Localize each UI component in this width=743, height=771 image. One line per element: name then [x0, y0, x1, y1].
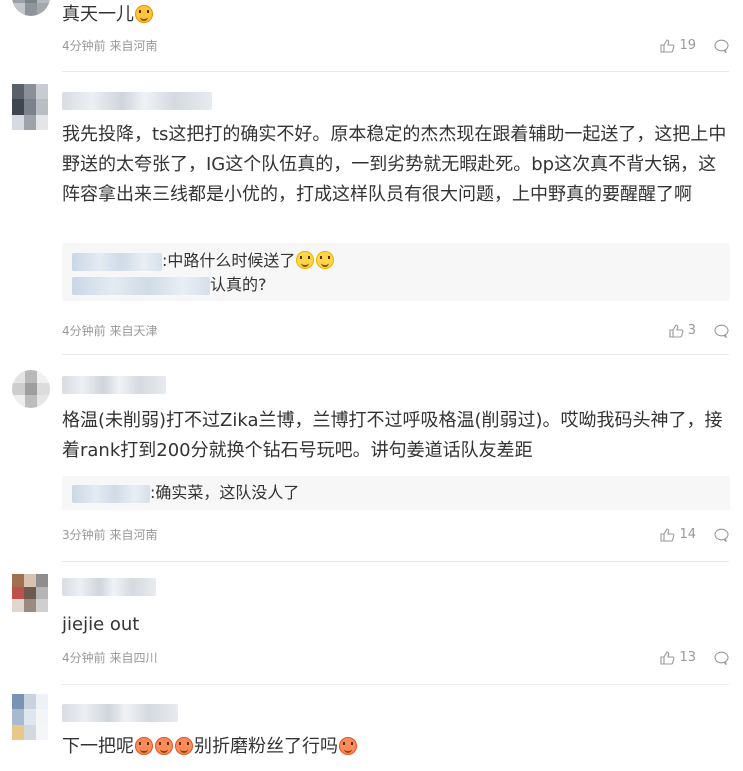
like-button[interactable]: 19 — [660, 38, 696, 54]
smile-emoji-icon — [316, 251, 335, 269]
avatar[interactable] — [12, 84, 48, 130]
thumb-up-icon — [660, 39, 675, 53]
comment-actions: 13 — [660, 650, 729, 666]
reply-username-blurred[interactable] — [72, 276, 210, 295]
like-count: 19 — [679, 38, 696, 53]
avatar[interactable] — [12, 0, 50, 16]
divider — [62, 561, 729, 562]
thumb-up-icon — [669, 324, 684, 338]
reply-box: :中路什么时候送了 认真的? — [62, 243, 730, 301]
laugh-emoji-icon — [339, 737, 357, 755]
comment-meta: 4分钟前 来自四川 — [62, 651, 158, 665]
laugh-emoji-icon — [175, 737, 193, 755]
comment-icon[interactable] — [714, 651, 729, 665]
comment-text: 下一把呢 别折磨粉丝了行吗 — [62, 732, 727, 762]
thumb-up-icon — [660, 528, 675, 542]
reply-text: 认真的? — [210, 275, 267, 294]
comment-text: 真天一儿 — [62, 0, 727, 30]
laugh-emoji-icon — [135, 737, 153, 755]
comment-actions: 3 — [669, 323, 729, 339]
reply-1[interactable]: :中路什么时候送了 — [72, 249, 335, 273]
divider — [62, 684, 729, 685]
avatar[interactable] — [12, 370, 50, 408]
username-blurred[interactable] — [62, 704, 178, 722]
comment-meta: 3分钟前 来自河南 — [62, 528, 158, 542]
reply-1[interactable]: :确实菜，这队没人了 — [72, 481, 299, 505]
reply-2[interactable]: 认真的? — [72, 273, 267, 297]
reply-text: :确实菜，这队没人了 — [150, 483, 300, 502]
smile-emoji-icon — [296, 251, 315, 269]
reply-box: :确实菜，这队没人了 — [62, 476, 730, 510]
thumb-up-icon — [660, 651, 675, 665]
avatar[interactable] — [12, 694, 48, 740]
avatar[interactable] — [12, 574, 48, 612]
comment-text: 格温(未削弱)打不过Zika兰博，兰博打不过呼吸格温(削弱过)。哎呦我码头神了，… — [62, 410, 723, 461]
like-button[interactable]: 3 — [669, 323, 696, 339]
like-count: 3 — [687, 323, 696, 338]
comment-icon[interactable] — [714, 324, 729, 338]
comment-text: jiejie out — [62, 614, 140, 635]
divider — [62, 354, 729, 355]
surprised-emoji-icon — [135, 5, 153, 23]
divider — [62, 71, 729, 72]
reply-username-blurred[interactable] — [72, 484, 150, 503]
comment-meta: 4分钟前 来自河南 — [62, 39, 158, 53]
comment-actions: 14 — [660, 527, 729, 543]
comment-icon[interactable] — [714, 39, 729, 53]
reply-username-blurred[interactable] — [72, 252, 162, 271]
comment-icon[interactable] — [714, 528, 729, 542]
comment-meta: 4分钟前 来自天津 — [62, 324, 158, 338]
like-button[interactable]: 14 — [660, 527, 696, 543]
username-blurred[interactable] — [62, 578, 156, 596]
username-blurred[interactable] — [62, 92, 212, 110]
laugh-emoji-icon — [155, 737, 173, 755]
username-blurred[interactable] — [62, 376, 166, 394]
comment-text: 我先投降，ts这把打的确实不好。原本稳定的杰杰现在跟着辅助一起送了，这把上中野送… — [62, 124, 727, 205]
reply-text: :中路什么时候送了 — [162, 251, 296, 270]
comment-actions: 19 — [660, 38, 729, 54]
like-count: 14 — [679, 527, 696, 542]
like-button[interactable]: 13 — [660, 650, 696, 666]
like-count: 13 — [679, 650, 696, 665]
